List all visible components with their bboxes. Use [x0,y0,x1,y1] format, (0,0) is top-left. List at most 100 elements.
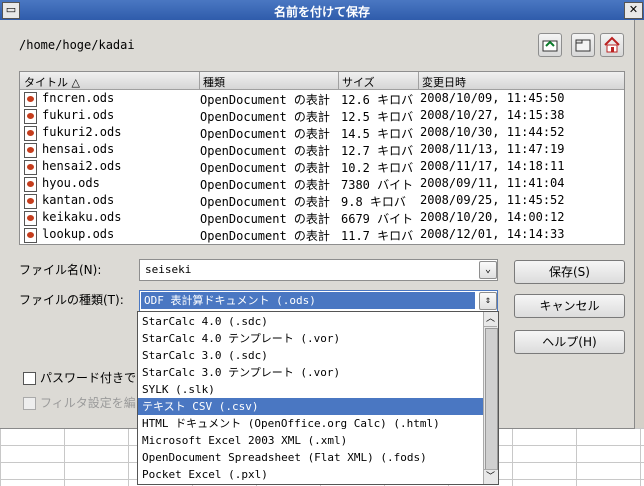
filename-label: ファイル名(N): [19,263,102,277]
dropdown-option[interactable]: SYLK (.slk) [138,381,488,398]
cell-type: OpenDocument の表計 [200,93,330,107]
scroll-down-icon[interactable]: ﹀ [484,469,497,484]
filetype-dropdown-list[interactable]: StarCalc 4.0 (.sdc) StarCalc 4.0 テンプレート (… [137,311,499,485]
spreadsheet-file-icon [24,177,37,192]
cell-type: OpenDocument の表計 [200,178,330,192]
table-row[interactable]: fukuri.ods OpenDocument の表計 12.5 キロバ 2008/1… [20,107,624,124]
cell-size: 10.2 キロバ [341,161,414,175]
dropdown-scrollbar[interactable]: ︿ ﹀ [483,312,498,484]
cell-size: 12.7 キロバ [341,144,414,158]
title-bar: ▭ 名前を付けて保存 ✕ [0,0,644,20]
table-row[interactable]: fncren.ods OpenDocument の表計 12.6 キロバ 2008/1… [20,90,624,107]
filter-settings-label: フィルタ設定を編 [40,396,136,410]
password-checkbox[interactable] [23,372,36,385]
password-label: パスワード付きで [40,371,137,385]
column-size[interactable]: サイズ [342,74,375,90]
cell-name: keikaku.ods [42,210,122,224]
help-button[interactable]: ヘルプ(H) [514,330,625,354]
spreadsheet-file-icon [24,160,37,175]
cell-name: fukuri2.ods [42,125,122,139]
dialog-title: 名前を付けて保存 [273,5,370,19]
dropdown-option[interactable]: テキスト CSV (.csv) [138,398,488,415]
cell-size: 14.5 キロバ [341,127,414,141]
table-row[interactable]: lookup.ods OpenDocument の表計 11.7 キロバ 2008/1… [20,226,624,243]
home-icon [604,36,620,53]
dropdown-option[interactable]: StarCalc 3.0 (.sdc) [138,347,488,364]
cell-name: hensai.ods [42,142,115,156]
new-folder-button[interactable] [571,33,595,57]
folder-up-button[interactable] [538,33,562,57]
cell-size: 12.6 キロバ [341,93,414,107]
folder-up-icon [542,40,558,52]
scroll-up-icon[interactable]: ︿ [484,312,497,327]
cell-type: OpenDocument の表計 [200,110,330,124]
home-button[interactable] [600,33,624,57]
dropdown-option[interactable]: StarCalc 4.0 (.sdc) [138,313,488,330]
cell-name: lookup.ods [42,227,115,241]
chevron-down-icon[interactable]: ⌄ [479,261,497,279]
scrollbar-thumb[interactable] [485,328,498,470]
cell-name: kantan.ods [42,193,115,207]
column-type[interactable]: 種類 [203,74,225,90]
spreadsheet-file-icon [24,126,37,141]
filter-settings-checkbox[interactable] [23,397,36,410]
cell-type: OpenDocument の表計 [200,161,330,175]
cell-date: 2008/09/11, 11:41:04 [420,176,565,190]
cell-date: 2008/11/17, 14:18:11 [420,159,565,173]
new-folder-icon [575,39,591,52]
cell-size: 6679 バイト [341,212,414,226]
cell-name: hyou.ods [42,176,100,190]
spreadsheet-file-icon [24,194,37,209]
spreadsheet-file-icon [24,228,37,243]
table-row[interactable]: keikaku.ods OpenDocument の表計 6679 バイト 2008/… [20,209,624,226]
dropdown-option[interactable]: StarCalc 4.0 テンプレート (.vor) [138,330,488,347]
cell-date: 2008/12/01, 14:14:33 [420,227,565,241]
cell-name: hensai2.ods [42,159,122,173]
cell-size: 12.5 キロバ [341,110,414,124]
file-list-header: タイトル △ 種類 サイズ 変更日時 [20,72,624,90]
cell-size: 7380 バイト [341,178,414,192]
filename-value: seiseki [145,263,192,276]
save-button[interactable]: 保存(S) [514,260,625,284]
updown-arrow-icon[interactable]: ⇕ [479,292,497,310]
dropdown-option[interactable]: HTML ドキュメント (OpenOffice.org Calc) (.html… [138,415,488,432]
table-row[interactable]: hensai2.ods OpenDocument の表計 10.2 キロバ 2008/… [20,158,624,175]
column-title[interactable]: タイトル △ [24,74,80,90]
filename-input[interactable]: seiseki ⌄ [139,259,498,281]
cell-type: OpenDocument の表計 [200,144,330,158]
spreadsheet-file-icon [24,211,37,226]
table-row[interactable]: kantan.ods OpenDocument の表計 9.8 キロバ 2008/09… [20,192,624,209]
current-path: /home/hoge/kadai [19,38,135,52]
dropdown-option[interactable]: Microsoft Excel 2003 XML (.xml) [138,432,488,449]
cell-type: OpenDocument の表計 [200,212,330,226]
table-row[interactable]: hensai.ods OpenDocument の表計 12.7 キロバ 2008/1… [20,141,624,158]
filetype-select[interactable]: ODF 表計算ドキュメント (.ods) ⇕ [139,290,498,312]
dropdown-option[interactable]: StarCalc 3.0 テンプレート (.vor) [138,364,488,381]
dropdown-option[interactable]: OpenDocument Spreadsheet (Flat XML) (.fo… [138,449,488,466]
table-row[interactable]: hyou.ods OpenDocument の表計 7380 バイト 2008/09/… [20,175,624,192]
cell-name: fukuri.ods [42,108,115,122]
filetype-selected-value: ODF 表計算ドキュメント (.ods) [141,292,475,309]
dropdown-option[interactable]: Pocket Excel (.pxl) [138,466,488,483]
cell-size: 9.8 キロバ [341,195,406,209]
table-row[interactable]: fukuri2.ods OpenDocument の表計 14.5 キロバ 2008/… [20,124,624,141]
spreadsheet-file-icon [24,143,37,158]
cancel-button[interactable]: キャンセル [514,294,625,318]
cell-type: OpenDocument の表計 [200,229,330,243]
spreadsheet-file-icon [24,109,37,124]
cell-date: 2008/10/09, 11:45:50 [420,91,565,105]
cell-date: 2008/10/27, 14:15:38 [420,108,565,122]
close-button[interactable]: ✕ [624,2,643,19]
cell-date: 2008/10/20, 14:00:12 [420,210,565,224]
cell-date: 2008/09/25, 11:45:52 [420,193,565,207]
cell-date: 2008/11/13, 11:47:19 [420,142,565,156]
cell-type: OpenDocument の表計 [200,195,330,209]
filetype-label: ファイルの種類(T): [19,293,124,307]
cell-type: OpenDocument の表計 [200,127,330,141]
cell-size: 11.7 キロバ [341,229,414,243]
file-list[interactable]: タイトル △ 種類 サイズ 変更日時 fncren.ods OpenDocumen… [19,71,625,245]
column-modified[interactable]: 変更日時 [422,74,466,90]
cell-name: fncren.ods [42,91,115,105]
cell-date: 2008/10/30, 11:44:52 [420,125,565,139]
spreadsheet-file-icon [24,92,37,107]
